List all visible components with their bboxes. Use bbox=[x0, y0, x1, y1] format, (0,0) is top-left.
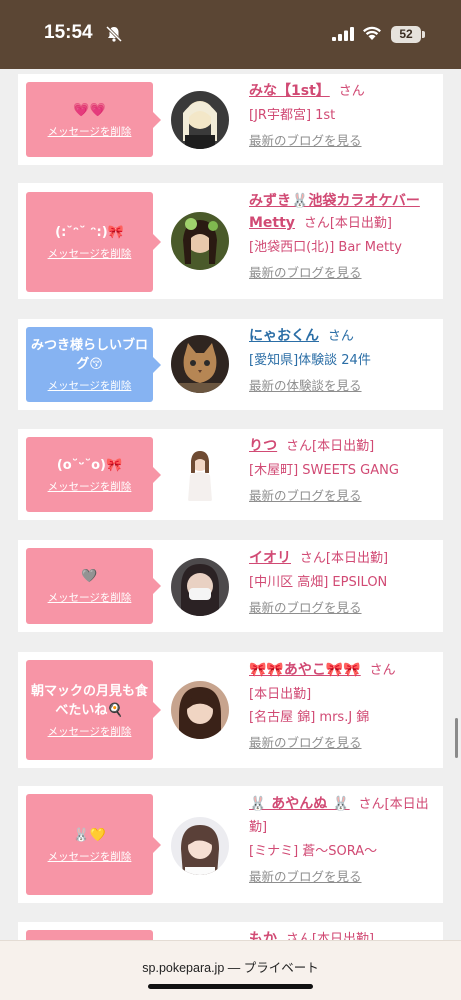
girl-info: みな【1st】 さん [JR宇都宮] 1st 最新のブログを見る bbox=[249, 80, 439, 150]
message-card: 💗💗 メッセージを削除 みな【1st】 さん [JR宇都宮] 1st 最新のブロ… bbox=[18, 74, 443, 165]
battery-icon: 52 bbox=[391, 26, 421, 43]
message-card: (o˘ᵕ˘o)🎀 メッセージを削除 りつ さん[本日出勤] [木屋町] SWEE… bbox=[18, 429, 443, 520]
girl-suffix: さん[本日出勤] bbox=[303, 216, 392, 231]
girl-info: 🎀🎀あやこ🎀🎀 さん [本日出勤] [名古屋 錦] mrs.J 錦 最新のブログ… bbox=[249, 659, 439, 752]
avatar[interactable] bbox=[171, 335, 229, 393]
delete-message-link[interactable]: メッセージを削除 bbox=[48, 246, 132, 261]
message-text: (:˘ᵔ˘ ᵔ:)🎀 bbox=[55, 225, 124, 240]
message-bubble: 💗💗 メッセージを削除 bbox=[26, 82, 161, 157]
latest-blog-link[interactable]: 最新のブログを見る bbox=[249, 734, 439, 752]
latest-blog-link[interactable]: 最新のブログを見る bbox=[249, 264, 439, 282]
shop-info: [JR宇都宮] 1st bbox=[249, 108, 336, 123]
latest-blog-link[interactable]: 最新のブログを見る bbox=[249, 599, 439, 617]
delete-message-link[interactable]: メッセージを削除 bbox=[48, 479, 132, 494]
message-card: (:˘ᵔ˘ ᵔ:)🎀 メッセージを削除 みずき🐰池袋カラオケバーMetty さん… bbox=[18, 183, 443, 299]
girl-name-link[interactable]: みな【1st】 bbox=[249, 83, 330, 99]
message-bubble: 朝マックの月見も食べたいね🍳 メッセージを削除 bbox=[26, 660, 161, 760]
avatar[interactable] bbox=[171, 558, 229, 616]
message-text: 🐰💛 bbox=[73, 827, 106, 843]
message-text: みつき様らしいブログ😚 bbox=[30, 338, 148, 372]
message-bubble: (:˘ᵔ˘ ᵔ:)🎀 メッセージを削除 bbox=[26, 192, 161, 292]
avatar[interactable] bbox=[171, 212, 229, 270]
message-card: 🐰💛 メッセージを削除 🐰 あやんぬ 🐰 さん[本日出勤] [ミナミ] 蒼〜SO… bbox=[18, 786, 443, 903]
girl-suffix: さん[本日出勤] bbox=[299, 551, 389, 566]
message-card: 朝マックの月見も食べたいね🍳 メッセージを削除 🎀🎀あやこ🎀🎀 さん [本日出勤… bbox=[18, 652, 443, 768]
girl-name-link[interactable]: りつ bbox=[249, 438, 277, 454]
work-status: [本日出勤] bbox=[249, 687, 312, 702]
latest-blog-link[interactable]: 最新のブログを見る bbox=[249, 132, 439, 150]
girl-name-link[interactable]: 🐰 あやんぬ 🐰 bbox=[249, 796, 350, 812]
delete-message-link[interactable]: メッセージを削除 bbox=[48, 724, 132, 739]
status-bar: 15:54 52 bbox=[0, 0, 461, 69]
avatar[interactable] bbox=[171, 91, 229, 149]
girl-suffix: さん bbox=[369, 663, 396, 678]
latest-review-link[interactable]: 最新の体験談を見る bbox=[249, 377, 439, 395]
scrollbar[interactable] bbox=[455, 718, 458, 758]
avatar[interactable] bbox=[171, 681, 229, 739]
message-bubble: (o˘ᵕ˘o)🎀 メッセージを削除 bbox=[26, 437, 161, 512]
girl-info: 🐰 あやんぬ 🐰 さん[本日出勤] [ミナミ] 蒼〜SORA〜 最新のブログを見… bbox=[249, 793, 439, 886]
shop-info: [名古屋 錦] mrs.J 錦 bbox=[249, 710, 370, 725]
message-bubble: みつき様らしいブログ😚 メッセージを削除 bbox=[26, 327, 161, 402]
girl-name-link[interactable]: にゃおくん bbox=[249, 328, 319, 344]
shop-info: [ミナミ] 蒼〜SORA〜 bbox=[249, 844, 378, 859]
delete-message-link[interactable]: メッセージを削除 bbox=[48, 378, 132, 393]
message-bubble: 🩶 メッセージを削除 bbox=[26, 548, 161, 624]
message-text: (o˘ᵕ˘o)🎀 bbox=[56, 457, 123, 473]
message-card: 🩶 メッセージを削除 イオリ さん[本日出勤] [中川区 高畑] EPSILON… bbox=[18, 540, 443, 632]
delete-message-link[interactable]: メッセージを削除 bbox=[48, 590, 132, 605]
shop-info: [池袋西口(北)] Bar Metty bbox=[249, 240, 402, 255]
girl-info: りつ さん[本日出勤] [木屋町] SWEETS GANG 最新のブログを見る bbox=[249, 435, 439, 505]
message-text: 🩶 bbox=[81, 569, 98, 584]
girl-name-link[interactable]: 🎀🎀あやこ🎀🎀 bbox=[249, 662, 361, 678]
signal-icon bbox=[332, 27, 354, 41]
shop-info: [中川区 高畑] EPSILON bbox=[249, 575, 388, 590]
girl-suffix: さん bbox=[327, 329, 354, 344]
url-text[interactable]: sp.pokepara.jp — プライベート bbox=[0, 957, 461, 976]
girl-info: みずき🐰池袋カラオケバーMetty さん[本日出勤] [池袋西口(北)] Bar… bbox=[249, 190, 439, 282]
delete-message-link[interactable]: メッセージを削除 bbox=[48, 124, 132, 139]
bell-off-icon bbox=[105, 25, 123, 43]
message-text: 朝マックの月見も食べたいね🍳 bbox=[30, 683, 148, 718]
message-text: 💗💗 bbox=[73, 102, 106, 118]
girl-info: イオリ さん[本日出勤] [中川区 高畑] EPSILON 最新のブログを見る bbox=[249, 547, 439, 617]
battery-nub bbox=[422, 31, 425, 38]
message-bubble: 🐰💛 メッセージを削除 bbox=[26, 794, 161, 895]
latest-blog-link[interactable]: 最新のブログを見る bbox=[249, 487, 439, 505]
girl-suffix: さん bbox=[338, 84, 365, 99]
avatar[interactable] bbox=[171, 817, 229, 875]
status-time: 15:54 bbox=[44, 22, 93, 43]
browser-address-bar[interactable]: sp.pokepara.jp — プライベート bbox=[0, 940, 461, 1000]
wifi-icon bbox=[363, 26, 381, 40]
latest-blog-link[interactable]: 最新のブログを見る bbox=[249, 868, 439, 886]
message-card: みつき様らしいブログ😚 メッセージを削除 にゃおくん さん [愛知県]体験談 2… bbox=[18, 319, 443, 410]
girl-info: にゃおくん さん [愛知県]体験談 24件 最新の体験談を見る bbox=[249, 325, 439, 395]
home-indicator[interactable] bbox=[148, 984, 313, 989]
delete-message-link[interactable]: メッセージを削除 bbox=[48, 849, 132, 864]
shop-info: [木屋町] SWEETS GANG bbox=[249, 463, 399, 478]
avatar[interactable] bbox=[171, 445, 229, 503]
shop-info: [愛知県]体験談 24件 bbox=[249, 353, 371, 368]
girl-suffix: さん[本日出勤] bbox=[286, 439, 375, 454]
girl-name-link[interactable]: イオリ bbox=[249, 550, 291, 566]
